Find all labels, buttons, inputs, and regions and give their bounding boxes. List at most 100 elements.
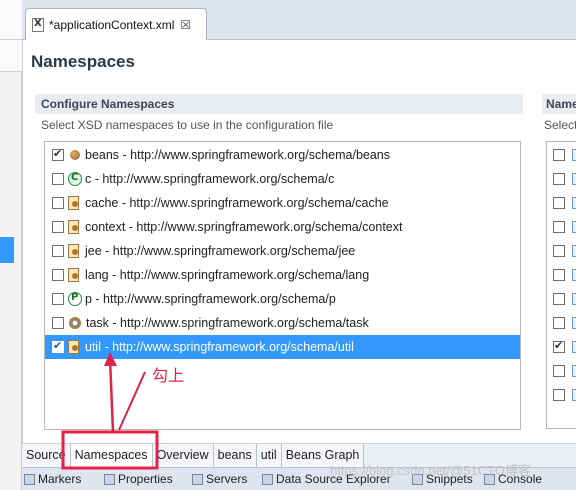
right-list-checkbox[interactable] bbox=[553, 221, 565, 233]
tab-source[interactable]: Source bbox=[22, 444, 71, 467]
tab-beans[interactable]: beans bbox=[213, 444, 257, 467]
namespace-icon bbox=[572, 365, 576, 377]
namespace-checkbox[interactable] bbox=[52, 197, 64, 209]
right-list-row[interactable] bbox=[553, 335, 576, 359]
right-list-checkbox[interactable] bbox=[553, 245, 565, 257]
view-icon bbox=[192, 473, 203, 485]
namespace-label: jee - http://www.springframework.org/sch… bbox=[85, 244, 356, 258]
right-section-list bbox=[546, 141, 576, 429]
namespace-label: p - http://www.springframework.org/schem… bbox=[85, 292, 336, 306]
right-section: Name Select bbox=[542, 94, 576, 434]
view-tab-label: Servers bbox=[206, 472, 248, 486]
right-list-row[interactable] bbox=[553, 383, 576, 407]
view-icon bbox=[24, 473, 35, 485]
namespace-checkbox[interactable] bbox=[52, 269, 64, 281]
namespace-label: c - http://www.springframework.org/schem… bbox=[85, 172, 335, 186]
namespace-icon bbox=[572, 245, 576, 257]
tab-overview[interactable]: Overview bbox=[152, 444, 214, 467]
right-list-checkbox[interactable] bbox=[553, 389, 565, 401]
util-icon bbox=[68, 340, 79, 354]
namespace-checkbox[interactable] bbox=[52, 339, 64, 353]
namespace-row[interactable]: lang - http://www.springframework.org/sc… bbox=[45, 263, 520, 287]
editor-tab-title: *applicationContext.xml bbox=[49, 17, 175, 32]
tab-namespaces[interactable]: Namespaces bbox=[70, 444, 153, 467]
namespace-label: task - http://www.springframework.org/sc… bbox=[86, 316, 369, 330]
task-icon bbox=[69, 317, 81, 329]
namespace-icon bbox=[572, 269, 576, 281]
right-list-row[interactable] bbox=[553, 263, 576, 287]
namespace-checkbox[interactable] bbox=[52, 293, 64, 305]
view-tab-markers[interactable]: Markers bbox=[24, 472, 81, 486]
namespace-label: util - http://www.springframework.org/sc… bbox=[85, 340, 354, 354]
close-icon[interactable]: ☒ bbox=[180, 18, 191, 32]
namespace-icon bbox=[572, 149, 576, 161]
namespace-row[interactable]: task - http://www.springframework.org/sc… bbox=[45, 311, 520, 335]
right-list-row[interactable] bbox=[553, 311, 576, 335]
view-tab-servers[interactable]: Servers bbox=[192, 472, 247, 486]
namespace-row[interactable]: p - http://www.springframework.org/schem… bbox=[45, 287, 520, 311]
namespace-checkbox[interactable] bbox=[52, 317, 64, 329]
namespace-checkbox[interactable] bbox=[52, 245, 64, 257]
namespace-icon bbox=[572, 341, 576, 353]
namespace-icon bbox=[572, 197, 576, 209]
right-list-row[interactable] bbox=[553, 215, 576, 239]
namespace-row[interactable]: c - http://www.springframework.org/schem… bbox=[45, 167, 520, 191]
lang-icon bbox=[68, 268, 79, 282]
view-tab-properties[interactable]: Properties bbox=[104, 472, 173, 486]
watermark: https://blog.csdn.net/@51CTO博客 bbox=[330, 463, 531, 478]
namespace-label: context - http://www.springframework.org… bbox=[85, 220, 403, 234]
jee-icon bbox=[68, 244, 79, 258]
namespace-row[interactable]: cache - http://www.springframework.org/s… bbox=[45, 191, 520, 215]
namespace-icon bbox=[572, 221, 576, 233]
configure-namespaces-heading: Configure Namespaces bbox=[35, 94, 523, 114]
right-list-checkbox[interactable] bbox=[553, 293, 565, 305]
configure-namespaces-description: Select XSD namespaces to use in the conf… bbox=[41, 118, 334, 132]
left-strip-selection[interactable] bbox=[0, 237, 14, 263]
view-tab-label: Properties bbox=[118, 472, 173, 486]
editor-tab-application-context[interactable]: *applicationContext.xml ☒ bbox=[25, 8, 207, 40]
bean-icon bbox=[70, 150, 80, 160]
context-icon bbox=[68, 220, 79, 234]
right-list-checkbox[interactable] bbox=[553, 269, 565, 281]
editor-tab-bar: *applicationContext.xml ☒ bbox=[22, 0, 576, 40]
namespace-checkbox[interactable] bbox=[52, 221, 64, 233]
right-list-checkbox[interactable] bbox=[553, 197, 565, 209]
namespace-row[interactable]: jee - http://www.springframework.org/sch… bbox=[45, 239, 520, 263]
namespace-checkbox[interactable] bbox=[52, 147, 64, 161]
namespace-icon bbox=[572, 293, 576, 305]
view-icon bbox=[262, 473, 273, 485]
right-list-row[interactable] bbox=[553, 287, 576, 311]
namespace-row[interactable]: context - http://www.springframework.org… bbox=[45, 215, 520, 239]
left-strip-toolbar bbox=[0, 40, 22, 72]
page-title: Namespaces bbox=[31, 52, 135, 71]
namespace-label: cache - http://www.springframework.org/s… bbox=[85, 196, 389, 210]
right-list-checkbox[interactable] bbox=[553, 173, 565, 185]
left-view-strip bbox=[0, 0, 22, 490]
namespace-icon bbox=[572, 173, 576, 185]
c-namespace-icon bbox=[68, 172, 82, 186]
right-list-row[interactable] bbox=[553, 191, 576, 215]
right-list-row[interactable] bbox=[553, 359, 576, 383]
namespace-label: beans - http://www.springframework.org/s… bbox=[85, 148, 390, 162]
right-list-row[interactable] bbox=[553, 167, 576, 191]
p-namespace-icon bbox=[68, 292, 82, 306]
namespace-row[interactable]: util - http://www.springframework.org/sc… bbox=[45, 335, 520, 359]
namespaces-page: Namespaces Configure Namespaces Select X… bbox=[22, 40, 576, 443]
view-icon bbox=[104, 473, 115, 485]
right-list-checkbox[interactable] bbox=[553, 365, 565, 377]
tab-util[interactable]: util bbox=[256, 444, 282, 467]
left-strip-header bbox=[0, 0, 22, 40]
annotation-text: 勾上 bbox=[152, 366, 185, 385]
namespace-label: lang - http://www.springframework.org/sc… bbox=[85, 268, 370, 282]
namespace-checkbox[interactable] bbox=[52, 173, 64, 185]
right-list-row[interactable] bbox=[553, 143, 576, 167]
right-list-checkbox[interactable] bbox=[553, 149, 565, 161]
namespace-row[interactable]: beans - http://www.springframework.org/s… bbox=[45, 143, 520, 167]
right-list-checkbox[interactable] bbox=[553, 339, 565, 353]
right-section-description: Select bbox=[544, 118, 576, 132]
namespace-icon bbox=[572, 317, 576, 329]
namespace-list: beans - http://www.springframework.org/s… bbox=[44, 141, 521, 430]
right-list-row[interactable] bbox=[553, 239, 576, 263]
view-tab-label: Markers bbox=[38, 472, 82, 486]
right-list-checkbox[interactable] bbox=[553, 317, 565, 329]
